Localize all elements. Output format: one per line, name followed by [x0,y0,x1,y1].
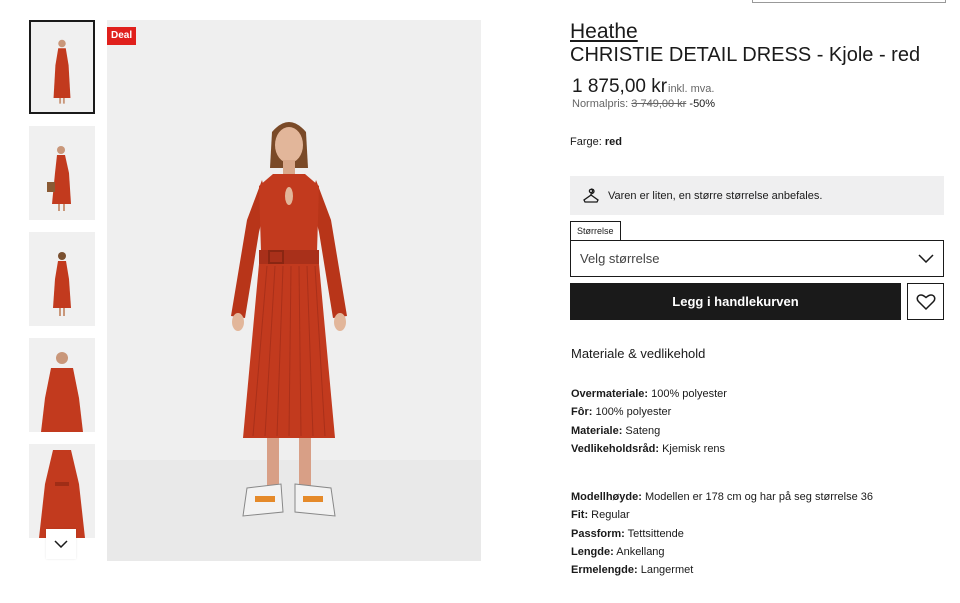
color-line: Farge: red [570,136,622,148]
normal-price-value: 3 749,00 kr [631,98,687,110]
chevron-down-icon [54,540,68,548]
size-label: Størrelse [570,221,621,241]
thumbnail-1[interactable] [29,20,95,114]
attr-row: Ermelengde: Langermet [571,564,694,577]
thumbnail-3[interactable] [29,232,95,326]
attr-row: Materiale: Sateng [571,424,661,437]
size-hint-banner: Varen er liten, en større størrelse anbe… [570,176,944,215]
thumbnail-2[interactable] [29,126,95,220]
attr-row: Lengde: Ankellang [571,545,665,558]
thumbnail-scroll-down-button[interactable] [46,529,76,559]
size-select[interactable]: Velg størrelse [570,240,944,277]
brand-link[interactable]: Heathe [570,20,638,44]
thumbnail-5[interactable] [29,444,95,538]
material-section-title: Materiale & vedlikehold [571,346,706,361]
heart-icon [916,293,935,310]
attr-row: Modellhøyde: Modellen er 178 cm og har p… [571,491,874,503]
deal-badge: Deal [107,27,137,45]
size-hint-text: Varen er liten, en større størrelse anbe… [608,189,823,202]
fit-list: Modellhøyde: Modellen er 178 cm og har p… [571,488,873,579]
normal-price-line: Normalpris: 3 749,00 kr -50% [572,98,715,110]
wishlist-button[interactable] [907,283,944,320]
discount-percent: -50% [689,98,716,110]
attr-row: Overmateriale: 100% polyester [571,388,727,400]
thumbnail-4[interactable] [29,338,95,432]
product-title: CHRISTIE DETAIL DRESS - Kjole - red [570,44,921,66]
price-vat-note: inkl. mva. [668,83,715,95]
normal-price-label: Normalpris: [572,98,629,110]
size-select-value: Velg størrelse [580,251,660,266]
main-product-image[interactable] [107,20,481,561]
chevron-down-icon [918,254,934,263]
product-price: 1 875,00 kr [572,76,668,97]
color-label: Farge: [570,136,602,148]
attr-row: Passform: Tettsittende [571,527,684,540]
attr-row: Fit: Regular [571,509,630,522]
attr-row: Vedlikeholdsråd: Kjemisk rens [571,442,726,455]
attr-row: Fôr: 100% polyester [571,406,672,419]
thumbnail-strip [29,20,95,561]
color-value: red [604,136,622,148]
material-list: Overmateriale: 100% polyester Fôr: 100% … [571,385,727,458]
add-to-cart-button[interactable]: Legg i handlekurven [570,283,901,320]
hanger-icon [583,187,599,203]
top-bar-edge [752,0,946,3]
